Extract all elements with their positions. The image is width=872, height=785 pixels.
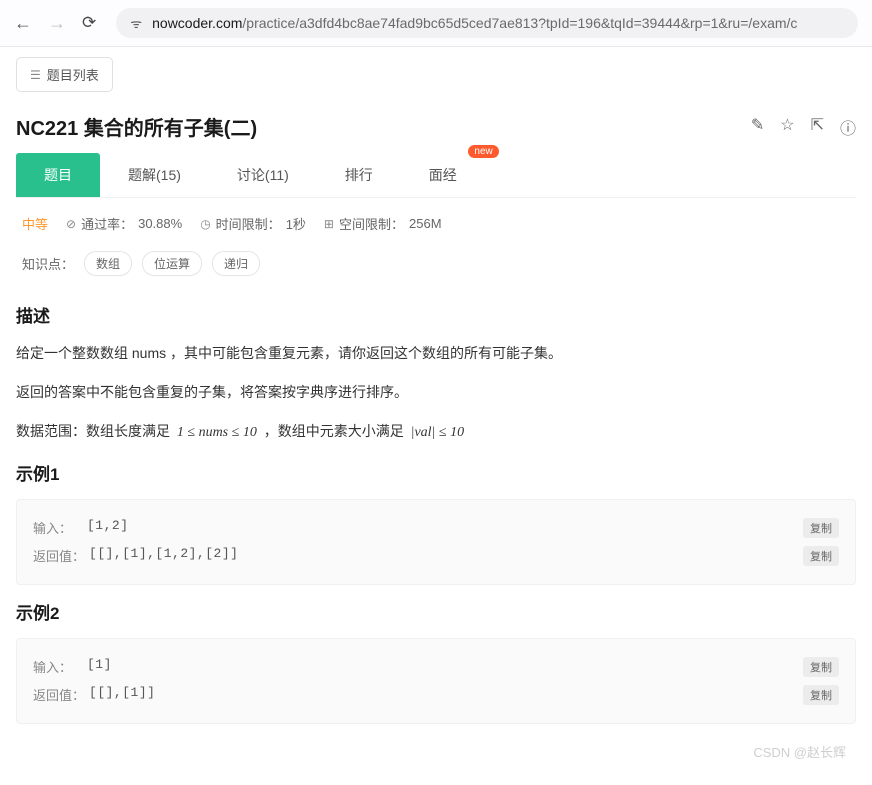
example-line: 输入： [1] 复制 — [33, 653, 839, 681]
tag-recursion[interactable]: 递归 — [212, 251, 260, 276]
new-badge: new — [468, 145, 498, 158]
example-input-label: 输入： — [33, 657, 83, 676]
pass-rate: ⊘ 通过率： 30.88% — [66, 214, 182, 233]
problem-list-label: 题目列表 — [47, 65, 99, 84]
difficulty-badge: 中等 — [22, 214, 48, 233]
share-icon[interactable]: ⇱ — [811, 115, 824, 139]
reload-button[interactable]: ⟳ — [82, 13, 96, 33]
time-limit: ◷ 时间限制： 1秒 — [200, 214, 306, 233]
url-bar[interactable]: ᯤ nowcoder.com/practice/a3dfd4bc8ae74fad… — [116, 8, 858, 38]
example-2-heading: 示例2 — [16, 599, 856, 624]
title-row: NC221 集合的所有子集(二) ✎ ☆ ⇱ ⓘ — [16, 112, 856, 141]
example-input-label: 输入： — [33, 518, 83, 537]
knowledge-label: 知识点： — [22, 254, 74, 273]
problem-list-button[interactable]: ☰ 题目列表 — [16, 57, 113, 92]
example-return-label: 返回值： — [33, 546, 85, 565]
example-2-block: 输入： [1] 复制 返回值： [[],[1]] 复制 — [16, 638, 856, 724]
copy-button[interactable]: 复制 — [803, 685, 839, 705]
example-1-block: 输入： [1,2] 复制 返回值： [[],[1],[1,2],[2]] 复制 — [16, 499, 856, 585]
tab-discussions[interactable]: 讨论(11) — [209, 153, 317, 197]
description-p1: 给定一个整数数组 nums ，其中可能包含重复元素，请你返回这个数组的所有可能子… — [16, 341, 856, 366]
forward-button[interactable]: → — [48, 13, 66, 34]
tabs: 题目 题解(15) 讨论(11) 排行 面经 new — [16, 153, 856, 198]
back-button[interactable]: ← — [14, 13, 32, 34]
edit-icon[interactable]: ✎ — [751, 115, 764, 139]
example-line: 返回值： [[],[1]] 复制 — [33, 681, 839, 709]
copy-button[interactable]: 复制 — [803, 546, 839, 566]
example-input-value: [1,2] — [87, 518, 129, 537]
meta-row: 中等 ⊘ 通过率： 30.88% ◷ 时间限制： 1秒 ⊞ 空间限制： 256M — [16, 214, 856, 233]
list-icon: ☰ — [30, 68, 41, 82]
url-domain: nowcoder.com — [152, 15, 242, 31]
description-heading: 描述 — [16, 302, 856, 327]
info-icon[interactable]: ⓘ — [840, 115, 856, 139]
copy-button[interactable]: 复制 — [803, 657, 839, 677]
url-path: /practice/a3dfd4bc8ae74fad9bc65d5ced7ae8… — [242, 15, 797, 31]
example-1-heading: 示例1 — [16, 460, 856, 485]
tab-problem[interactable]: 题目 — [16, 153, 100, 197]
description-p3: 数据范围：数组长度满足 1 ≤ nums ≤ 10 ，数组中元素大小满足 |va… — [16, 419, 856, 445]
space-limit: ⊞ 空间限制： 256M — [324, 214, 442, 233]
tag-array[interactable]: 数组 — [84, 251, 132, 276]
example-return-label: 返回值： — [33, 685, 85, 704]
browser-toolbar: ← → ⟳ ᯤ nowcoder.com/practice/a3dfd4bc8a… — [0, 0, 872, 47]
tag-bit[interactable]: 位运算 — [142, 251, 202, 276]
math-range-2: |val| ≤ 10 — [408, 425, 467, 440]
knowledge-row: 知识点： 数组 位运算 递归 — [16, 251, 856, 276]
example-return-value: [[],[1],[1,2],[2]] — [89, 546, 238, 565]
example-input-value: [1] — [87, 657, 112, 676]
tab-solutions[interactable]: 题解(15) — [100, 153, 209, 197]
description-p2: 返回的答案中不能包含重复的子集，将答案按字典序进行排序。 — [16, 380, 856, 405]
page-content: ☰ 题目列表 NC221 集合的所有子集(二) ✎ ☆ ⇱ ⓘ 题目 题解(15… — [0, 47, 872, 785]
example-return-value: [[],[1]] — [89, 685, 155, 704]
page-title: NC221 集合的所有子集(二) — [16, 112, 257, 141]
example-line: 输入： [1,2] 复制 — [33, 514, 839, 542]
tab-interview[interactable]: 面经 new — [401, 153, 485, 197]
math-range-1: 1 ≤ nums ≤ 10 — [174, 425, 260, 440]
watermark: CSDN @赵长辉 — [16, 724, 856, 765]
site-info-icon: ᯤ — [130, 14, 142, 32]
tab-ranking[interactable]: 排行 — [317, 153, 401, 197]
star-icon[interactable]: ☆ — [780, 115, 794, 139]
check-icon: ⊘ — [66, 217, 76, 231]
example-line: 返回值： [[],[1],[1,2],[2]] 复制 — [33, 542, 839, 570]
memory-icon: ⊞ — [324, 217, 334, 231]
copy-button[interactable]: 复制 — [803, 518, 839, 538]
title-actions: ✎ ☆ ⇱ ⓘ — [751, 115, 856, 139]
clock-icon: ◷ — [200, 217, 210, 231]
